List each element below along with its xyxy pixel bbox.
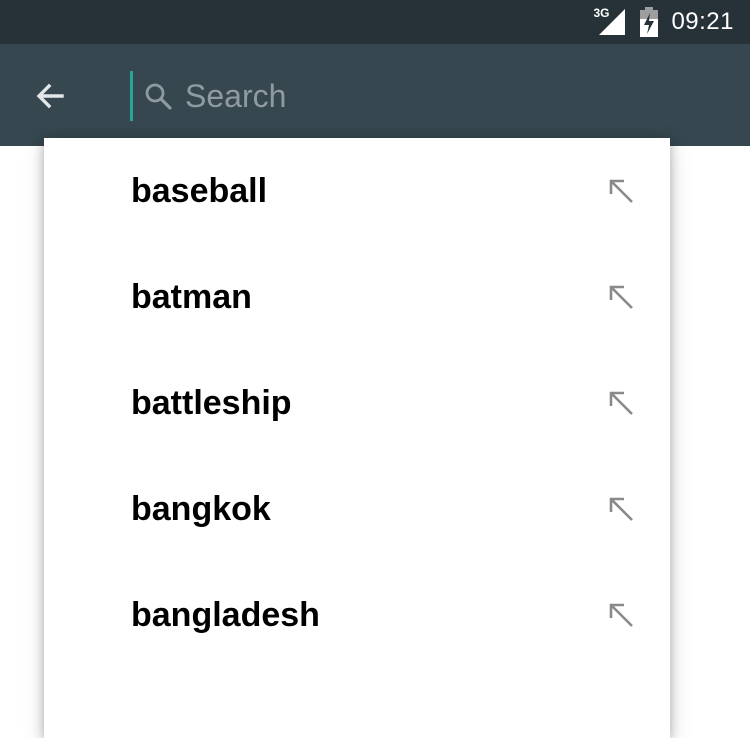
suggestion-label: baseball [131, 171, 268, 210]
status-icons: 3G 09:21 [593, 0, 734, 44]
suggestion-label: battleship [131, 383, 292, 422]
suggestion-label: batman [131, 277, 252, 316]
clock: 09:21 [671, 8, 734, 35]
suggestion-item[interactable]: batman [44, 244, 670, 350]
arrow-up-left-icon[interactable] [606, 494, 636, 524]
suggestion-label: bangladesh [131, 595, 320, 634]
search-icon [145, 83, 172, 110]
suggestion-label: bangkok [131, 489, 271, 528]
suggestion-list: baseball batman battleship bangkok bangl… [44, 138, 670, 738]
suggestion-item[interactable]: bangladesh [44, 562, 670, 668]
arrow-up-left-icon[interactable] [606, 388, 636, 418]
suggestion-item[interactable]: bangkok [44, 456, 670, 562]
signal-icon: 3G [593, 7, 627, 37]
suggestion-item[interactable]: baseball [44, 138, 670, 244]
arrow-up-left-icon[interactable] [606, 600, 636, 630]
search-input[interactable] [185, 77, 645, 115]
suggestion-item[interactable]: battleship [44, 350, 670, 456]
arrow-up-left-icon[interactable] [606, 176, 636, 206]
search-field[interactable] [130, 70, 670, 122]
back-button[interactable] [24, 70, 76, 122]
search-toolbar [0, 44, 750, 146]
battery-icon [639, 7, 659, 37]
arrow-up-left-icon[interactable] [606, 282, 636, 312]
arrow-back-icon [36, 83, 64, 109]
status-bar: 3G 09:21 [0, 0, 750, 44]
text-cursor [130, 71, 133, 121]
